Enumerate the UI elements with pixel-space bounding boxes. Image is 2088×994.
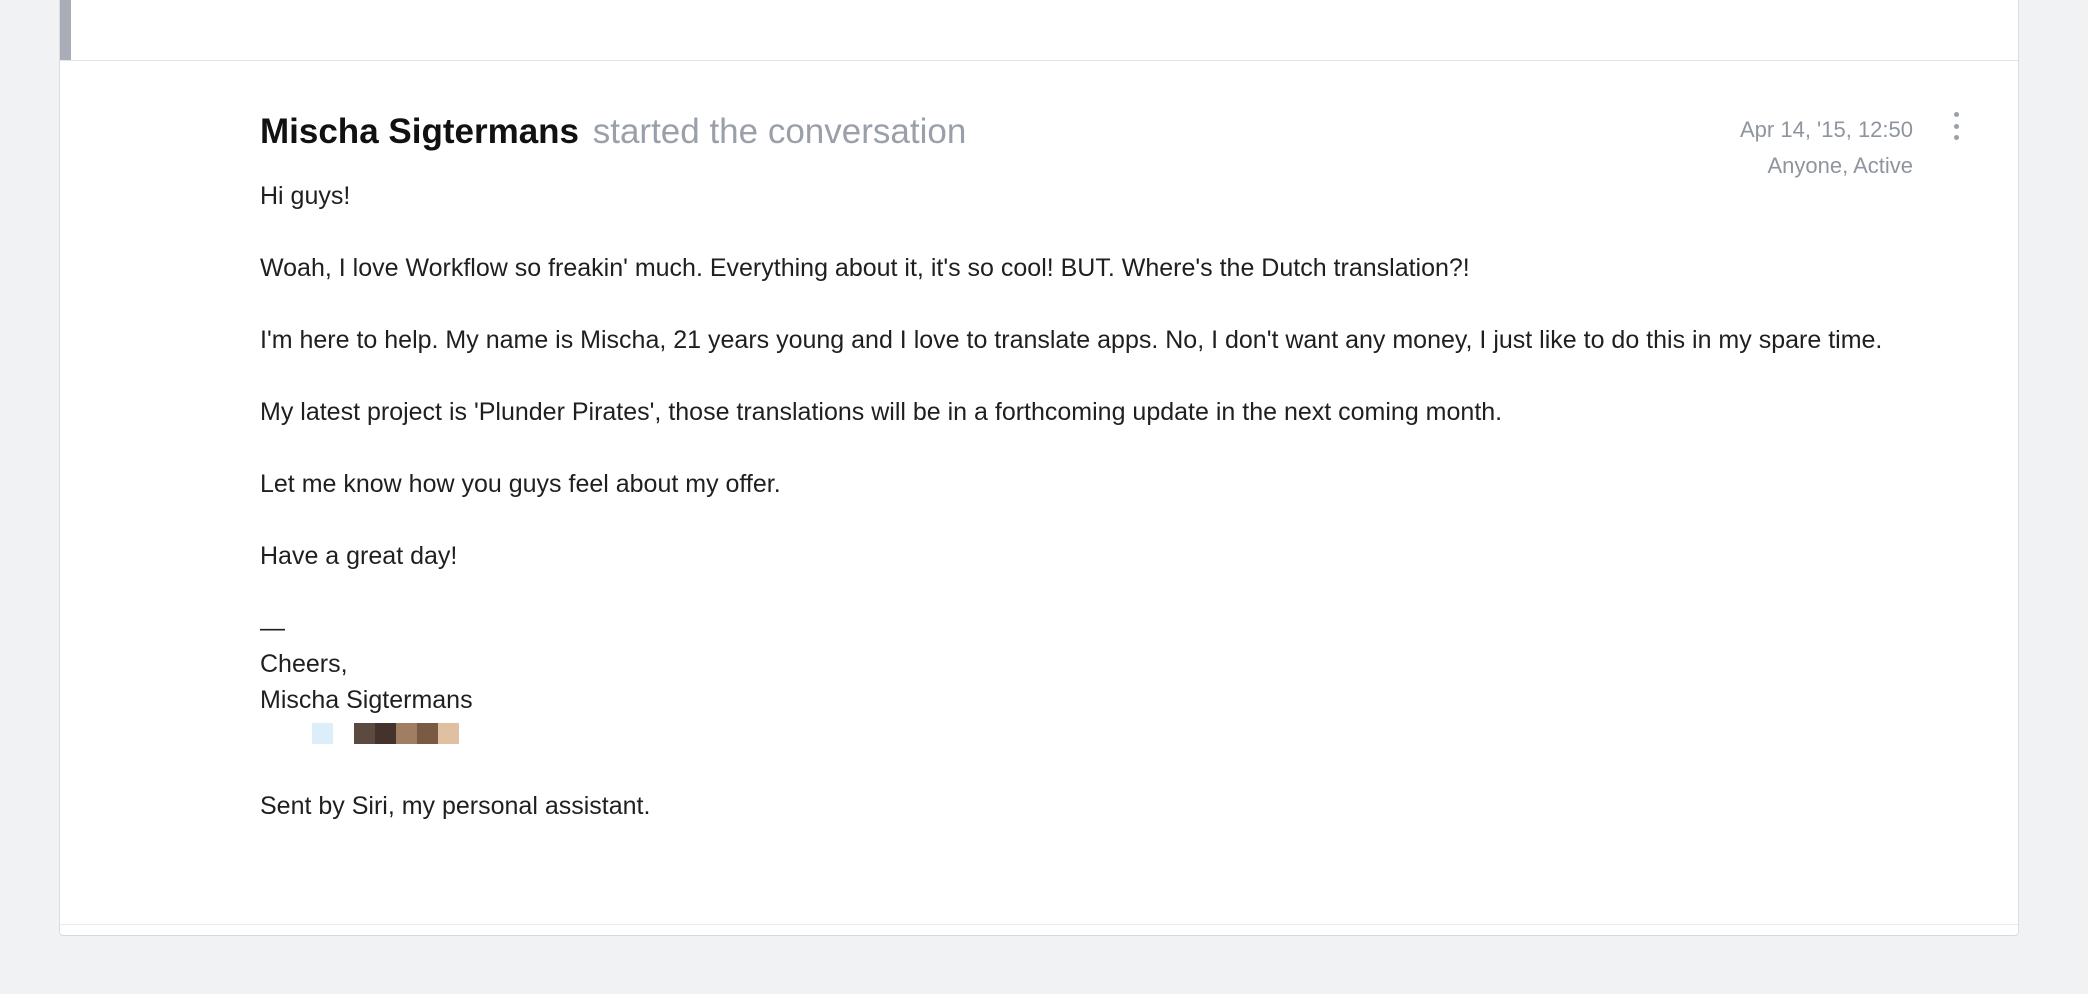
unread-accent-bar (60, 0, 71, 60)
emoji-glyph (417, 722, 438, 744)
post-paragraph: Woah, I love Workflow so freakin' much. … (260, 254, 1470, 282)
post-paragraph: Let me know how you guys feel about my o… (260, 470, 781, 498)
emoji-glyph (354, 722, 375, 744)
conversation-card: Apr 14, '15, 12:50 Anyone, Active Mischa… (59, 0, 2019, 936)
post-body: Hi guys! Woah, I love Workflow so freaki… (260, 178, 1980, 824)
card-divider (60, 924, 2018, 925)
post-paragraph: Have a great day! (260, 542, 458, 570)
author-name[interactable]: Mischa Sigtermans (260, 112, 579, 151)
post-action-text: started the conversation (592, 112, 967, 151)
emoji-glyph (312, 722, 333, 744)
post-paragraph: I'm here to help. My name is Mischa, 21 … (260, 326, 1883, 354)
post-paragraph: My latest project is 'Plunder Pirates', … (260, 398, 1503, 426)
signature-closing: Cheers, (260, 650, 348, 678)
post-paragraph: Hi guys! (260, 182, 351, 210)
emoji-glyph (375, 722, 396, 744)
signature-emoji-row (260, 722, 1980, 744)
post: Mischa Sigtermans started the conversati… (260, 108, 1980, 860)
post-footer: Sent by Siri, my personal assistant. (260, 792, 651, 820)
signature: — Cheers, Mischa Sigtermans (260, 610, 1980, 744)
signature-name: Mischa Sigtermans (260, 686, 473, 714)
previous-post-area (60, 0, 2018, 61)
signature-dash: — (260, 614, 285, 642)
emoji-glyph (396, 722, 417, 744)
emoji-glyph (438, 722, 459, 744)
post-header: Mischa Sigtermans started the conversati… (260, 108, 1980, 156)
